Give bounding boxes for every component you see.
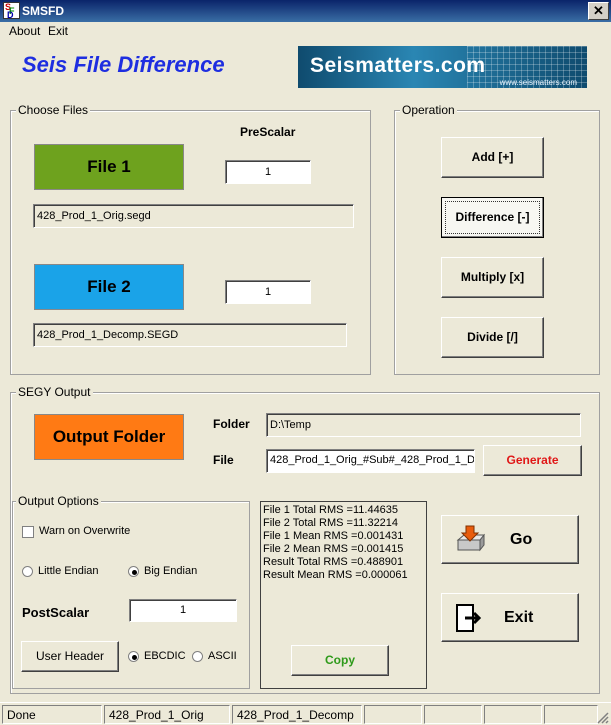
multiply-button[interactable]: Multiply [x]: [441, 257, 544, 298]
app-icon: S F D: [3, 2, 20, 20]
status-bar: Done 428_Prod_1_Orig 428_Prod_1_Decomp: [0, 702, 611, 725]
add-button[interactable]: Add [+]: [441, 137, 544, 178]
folder-label: Folder: [213, 417, 250, 431]
warn-overwrite-checkbox[interactable]: [22, 526, 34, 538]
user-header-button[interactable]: User Header: [21, 641, 119, 672]
results-line: File 1 Total RMS =11.44635: [263, 504, 399, 516]
ascii-label: ASCII: [208, 650, 237, 662]
difference-button[interactable]: Difference [-]: [441, 197, 544, 238]
resize-grip-icon[interactable]: [597, 712, 609, 724]
status-panel: Done: [2, 705, 102, 724]
file1-prescalar-input[interactable]: 1: [225, 160, 311, 184]
go-label: Go: [510, 531, 533, 548]
status-panel: [484, 705, 542, 724]
seismatters-banner[interactable]: Seismatters.com www.seismatters.com: [298, 46, 587, 88]
results-line: Result Total RMS =0.488901: [263, 556, 404, 568]
little-endian-label: Little Endian: [38, 565, 99, 577]
postscalar-label: PostScalar: [22, 605, 90, 620]
banner-url: www.seismatters.com: [499, 78, 577, 87]
ascii-radio[interactable]: [192, 651, 203, 662]
file-label: File: [213, 453, 234, 467]
postscalar-input[interactable]: 1: [129, 599, 237, 622]
generate-button[interactable]: Generate: [483, 445, 582, 476]
exit-label: Exit: [504, 609, 534, 626]
results-line: File 1 Mean RMS =0.001431: [263, 530, 404, 542]
title-bar: S F D SMSFD ✕: [0, 0, 611, 22]
status-panel: [424, 705, 482, 724]
go-button[interactable]: Go: [441, 515, 579, 564]
results-line: Result Mean RMS =0.000061: [263, 569, 408, 581]
status-panel: 428_Prod_1_Orig: [104, 705, 230, 724]
file1-path-field: 428_Prod_1_Orig.segd: [33, 204, 354, 228]
status-panel: [544, 705, 598, 724]
big-endian-label: Big Endian: [144, 565, 198, 577]
file2-button[interactable]: File 2: [34, 264, 184, 310]
big-endian-radio[interactable]: [128, 566, 139, 577]
output-folder-button[interactable]: Output Folder: [34, 414, 184, 460]
window-close-button[interactable]: ✕: [588, 2, 609, 20]
output-options-label: Output Options: [16, 494, 101, 508]
choose-files-label: Choose Files: [16, 103, 91, 117]
app-icon-letter-d: D: [7, 10, 14, 20]
status-panel: 428_Prod_1_Decomp: [232, 705, 362, 724]
app-title: Seis File Difference: [22, 52, 225, 77]
output-file-input[interactable]: 428_Prod_1_Orig_#Sub#_428_Prod_1_De: [266, 449, 475, 473]
exit-door-icon: [456, 604, 482, 632]
divide-button[interactable]: Divide [/]: [441, 317, 544, 358]
menu-bar: About Exit: [0, 22, 611, 40]
operation-label: Operation: [400, 103, 457, 117]
little-endian-radio[interactable]: [22, 566, 33, 577]
file2-path-field: 428_Prod_1_Decomp.SEGD: [33, 323, 347, 347]
menu-exit[interactable]: Exit: [48, 24, 68, 38]
menu-about[interactable]: About: [9, 24, 40, 38]
file2-prescalar-input[interactable]: 1: [225, 280, 311, 304]
folder-field: D:\Temp: [266, 413, 581, 437]
status-panel: [364, 705, 422, 724]
file1-button[interactable]: File 1: [34, 144, 184, 190]
exit-button[interactable]: Exit: [441, 593, 579, 642]
ebcdic-radio[interactable]: [128, 651, 139, 662]
prescalar-label: PreScalar: [240, 125, 296, 139]
banner-title: Seismatters.com: [310, 54, 486, 77]
ebcdic-label: EBCDIC: [144, 650, 186, 662]
window-title: SMSFD: [22, 4, 64, 18]
results-line: File 2 Mean RMS =0.001415: [263, 543, 404, 555]
warn-overwrite-label: Warn on Overwrite: [39, 525, 131, 537]
results-line: File 2 Total RMS =11.32214: [263, 517, 399, 529]
install-icon: [456, 525, 486, 552]
segy-output-label: SEGY Output: [16, 385, 93, 399]
copy-button[interactable]: Copy: [291, 645, 389, 676]
